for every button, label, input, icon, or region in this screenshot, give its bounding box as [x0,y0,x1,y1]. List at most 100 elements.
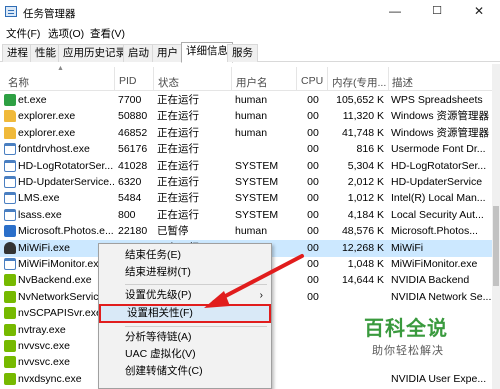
process-pid: 56176 [118,143,148,156]
process-description: MiWiFi [391,241,424,254]
process-name: HD-UpdaterService... [18,176,114,188]
column-header-username[interactable]: 用户名 [236,75,268,90]
process-memory: 816 K [356,143,384,156]
process-description: WPS Spreadsheets [391,94,483,106]
process-cpu: 00 [307,274,319,287]
process-username: human [235,126,268,139]
nvidia-icon [4,323,16,336]
chevron-right-icon: › [259,290,263,301]
process-pid: 5484 [118,192,142,205]
menu-item-uac-virtualization[interactable]: UAC 虚拟化(V) [99,346,271,363]
maximize-button[interactable]: ☐ [416,0,458,22]
window-icon [4,258,16,270]
process-status: 正在运行 [157,143,199,156]
process-pid: 7700 [118,94,142,106]
process-description: HD-LogRotatorSer... [391,159,487,172]
tab-details[interactable]: 详细信息 [181,42,233,63]
column-header-status[interactable]: 状态 [158,75,179,90]
column-divider[interactable] [327,67,328,91]
scrollbar-thumb[interactable] [493,206,499,286]
nvidia-icon [4,356,16,369]
nvidia-icon [4,307,16,320]
process-username: SYSTEM [235,192,279,205]
column-divider[interactable] [114,67,115,91]
menu-item-analyze-wait-chain[interactable]: 分析等待链(A) [99,329,271,346]
process-memory: 1,048 K [347,258,384,270]
table-row[interactable]: fontdrvhost.exe 56176 正在运行 00 816 K Usermode … [0,141,492,158]
process-cpu: 00 [307,225,319,238]
window-title: 任务管理器 [23,8,76,20]
column-header-cpu[interactable]: CPU [301,75,323,87]
tab-startup[interactable]: 启动 [123,44,154,62]
column-divider[interactable] [231,67,232,91]
process-status: 已暂停 [157,225,189,238]
process-username: SYSTEM [235,176,279,188]
process-name: HD-LogRotatorSer... [18,159,114,172]
process-description: NVIDIA User Expe... [391,372,487,385]
column-divider[interactable] [388,67,389,91]
tab-strip: 进程 性能 应用历史记录 启动 用户 详细信息 服务 [0,42,500,63]
watermark-title: 百科全说 [364,318,448,340]
process-memory: 2,012 K [347,176,384,188]
minimize-button[interactable]: — [374,0,416,22]
tab-users[interactable]: 用户 [152,44,183,62]
process-description: Usermode Font Dr... [391,143,486,156]
table-row[interactable]: et.exe 7700 正在运行 human 00 105,652 K WPS Spread… [0,92,492,109]
process-pid: 41028 [118,159,148,172]
window-icon [4,159,16,172]
column-divider[interactable] [153,67,154,91]
process-username: SYSTEM [235,159,279,172]
process-memory: 5,304 K [347,159,384,172]
process-cpu: 00 [307,241,319,254]
table-row[interactable]: HD-UpdaterService... 6320 正在运行 SYSTEM 00 2,01… [0,174,492,191]
process-name: explorer.exe [18,110,76,123]
tab-processes[interactable]: 进程 [2,44,33,62]
process-memory: 1,012 K [347,192,384,205]
process-memory: 105,652 K [336,94,384,106]
process-cpu: 00 [307,258,319,270]
menu-item-end-task[interactable]: 结束任务(E) [99,247,271,264]
menu-item-create-dump-file[interactable]: 创建转储文件(C) [99,363,271,380]
wifi-icon [4,241,16,254]
folder-icon [4,126,16,139]
process-cpu: 00 [307,159,319,172]
process-description: MiWiFiMonitor.exe [391,258,478,270]
column-header-memory[interactable]: 内存(专用... [332,75,386,90]
table-row[interactable]: LMS.exe 5484 正在运行 SYSTEM 00 1,012 K Intel(R) L… [0,190,492,207]
process-cpu: 00 [307,192,319,205]
menu-item-set-priority[interactable]: 设置优先级(P) › [99,287,271,304]
table-row[interactable]: Microsoft.Photos.e... 22180 已暂停 human 00 48,5… [0,223,492,240]
process-cpu: 00 [307,143,319,156]
process-description: NVIDIA Network Se... [391,290,491,303]
process-cpu: 00 [307,110,319,123]
process-pid: 800 [118,208,136,221]
nvidia-icon [4,340,16,352]
menu-file[interactable]: 文件(F) [6,26,40,41]
column-header-pid[interactable]: PID [119,75,137,87]
column-header-name[interactable]: 名称 [8,75,29,90]
table-row[interactable]: explorer.exe 46852 正在运行 human 00 41,748 K Wind… [0,125,492,142]
table-row[interactable]: explorer.exe 50880 正在运行 human 00 11,320 K Wind… [0,108,492,125]
tab-services[interactable]: 服务 [227,44,258,62]
process-username: human [235,110,268,123]
process-name: fontdrvhost.exe [18,143,90,156]
window-icon [4,192,16,205]
watermark-subtitle: 助你轻松解决 [372,345,444,357]
tab-app-history[interactable]: 应用历史记录 [58,44,131,62]
process-cpu: 00 [307,94,319,106]
column-header-description[interactable]: 描述 [392,75,413,90]
menu-item-set-affinity[interactable]: 设置相关性(F) [99,304,271,323]
nvidia-icon [4,274,16,287]
column-divider[interactable] [296,67,297,91]
tab-performance[interactable]: 性能 [30,44,61,62]
menu-options[interactable]: 选项(O) [48,26,84,41]
menu-item-end-process-tree[interactable]: 结束进程树(T) [99,264,271,281]
menu-divider [125,284,267,285]
close-button[interactable]: ✕ [458,0,500,22]
process-description: Intel(R) Local Man... [391,192,486,205]
nvidia-icon [4,290,16,303]
table-row[interactable]: HD-LogRotatorSer... 41028 正在运行 SYSTEM 00 5,30… [0,158,492,175]
table-row[interactable]: lsass.exe 800 正在运行 SYSTEM 00 4,184 K Local Sec… [0,207,492,224]
process-memory: 12,268 K [341,241,384,254]
menu-view[interactable]: 查看(V) [90,26,125,41]
